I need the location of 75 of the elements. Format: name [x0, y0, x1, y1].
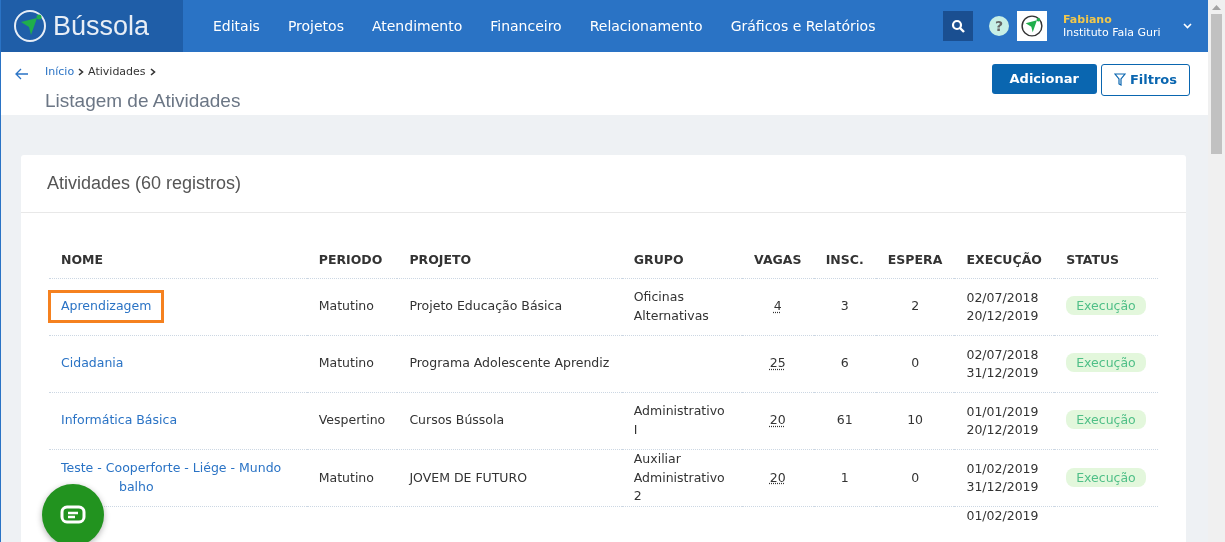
- table-cell: Matutino: [306, 278, 398, 336]
- activity-link[interactable]: Aprendizagem: [48, 290, 165, 324]
- table-cell: 10: [875, 392, 955, 450]
- column-header: STATUS: [1054, 243, 1158, 279]
- table-cell: 6: [813, 335, 876, 393]
- activity-link[interactable]: Cidadania: [48, 347, 137, 381]
- table-cell: 1: [813, 449, 876, 507]
- table-cell: 3: [813, 278, 876, 336]
- nav-link[interactable]: Projetos: [273, 15, 358, 37]
- table-cell: 61: [813, 392, 876, 450]
- vacancies-count: 25: [769, 355, 786, 371]
- column-header: ESPERA: [875, 243, 955, 279]
- chevron-down-icon[interactable]: [1183, 23, 1192, 29]
- vacancies-count: 20: [769, 469, 786, 485]
- nav-link[interactable]: Financeiro: [476, 15, 576, 37]
- vacancies-count: 20: [769, 412, 786, 428]
- nav-link[interactable]: Relacionamento: [575, 15, 717, 37]
- logo-icon[interactable]: [1020, 14, 1044, 38]
- table-cell: 2: [875, 278, 955, 336]
- nav-link[interactable]: Gráficos e Relatórios: [716, 15, 890, 37]
- back-arrow-icon[interactable]: [15, 68, 29, 80]
- table-cell: 0: [875, 335, 955, 393]
- card-title: Atividades (60 registros): [21, 155, 1186, 213]
- breadcrumb-link[interactable]: Início: [45, 64, 75, 81]
- logo-icon: [13, 9, 47, 43]
- add-button[interactable]: Adicionar: [991, 64, 1097, 94]
- table-cell: Oficinas Alternativas: [621, 278, 742, 336]
- search-button[interactable]: [943, 11, 973, 41]
- status-badge: Execução: [1066, 410, 1146, 430]
- breadcrumb-item: Atividades: [88, 64, 146, 80]
- organization-name[interactable]: Instituto Fala Guri: [1063, 26, 1175, 40]
- chat-icon: [60, 505, 86, 525]
- date-text: 02/07/2018: [966, 288, 1040, 307]
- user-name[interactable]: Fabiano: [1063, 12, 1175, 26]
- filter-icon: [1113, 73, 1126, 87]
- page-title: Listagem de Atividades: [45, 88, 241, 113]
- status-badge: Execução: [1066, 296, 1146, 316]
- date-text: 01/02/2019: [966, 507, 1040, 525]
- table-cell: Matutino: [306, 335, 398, 393]
- scrollbar-thumb[interactable]: [1211, 14, 1222, 154]
- table-cell: Matutino: [306, 449, 398, 507]
- table-cell: Vespertino: [306, 392, 398, 450]
- date-text: 31/12/2019: [966, 477, 1040, 496]
- date-text: 02/07/2018: [966, 345, 1040, 364]
- column-header: PERIODO: [306, 243, 398, 279]
- status-badge: Execução: [1066, 467, 1146, 487]
- date-text: 20/12/2019: [966, 420, 1040, 439]
- search-icon: [951, 19, 965, 33]
- column-header: PROJETO: [397, 243, 622, 279]
- date-text: 20/12/2019: [966, 306, 1040, 325]
- column-header: GRUPO: [621, 243, 742, 279]
- column-header: NOME: [49, 243, 307, 279]
- nav-link[interactable]: Editais: [199, 15, 274, 37]
- activity-link[interactable]: Informática Básica: [48, 404, 191, 438]
- status-badge: Execução: [1066, 353, 1146, 373]
- table-cell: 0: [875, 449, 955, 507]
- help-icon[interactable]: ?: [989, 16, 1009, 36]
- table-cell: Cursos Bússola: [397, 392, 622, 450]
- vacancies-count: 4: [773, 298, 782, 314]
- chevron-right-icon: [149, 68, 156, 77]
- table-cell: Programa Adolescente Aprendiz: [397, 335, 622, 393]
- column-header: VAGAS: [742, 243, 814, 279]
- activity-link[interactable]: Teste - Cooperforte - Liége - Mundo balho: [48, 452, 295, 504]
- date-text: 01/01/2019: [966, 402, 1040, 421]
- filter-button[interactable]: Filtros: [1100, 64, 1190, 96]
- column-header: INSC.: [813, 243, 876, 279]
- table-cell: Administrativo I: [621, 392, 742, 450]
- column-header: EXECUÇÃO: [954, 243, 1055, 279]
- table-cell: JOVEM DE FUTURO: [397, 449, 622, 507]
- chevron-right-icon: [78, 68, 85, 77]
- date-text: 01/02/2019: [966, 459, 1040, 478]
- date-text: 31/12/2019: [966, 363, 1040, 382]
- nav-link[interactable]: Atendimento: [357, 15, 477, 37]
- table-cell: Auxiliar Administrativo 2: [621, 449, 742, 507]
- table-cell: Projeto Educação Básica: [397, 278, 622, 336]
